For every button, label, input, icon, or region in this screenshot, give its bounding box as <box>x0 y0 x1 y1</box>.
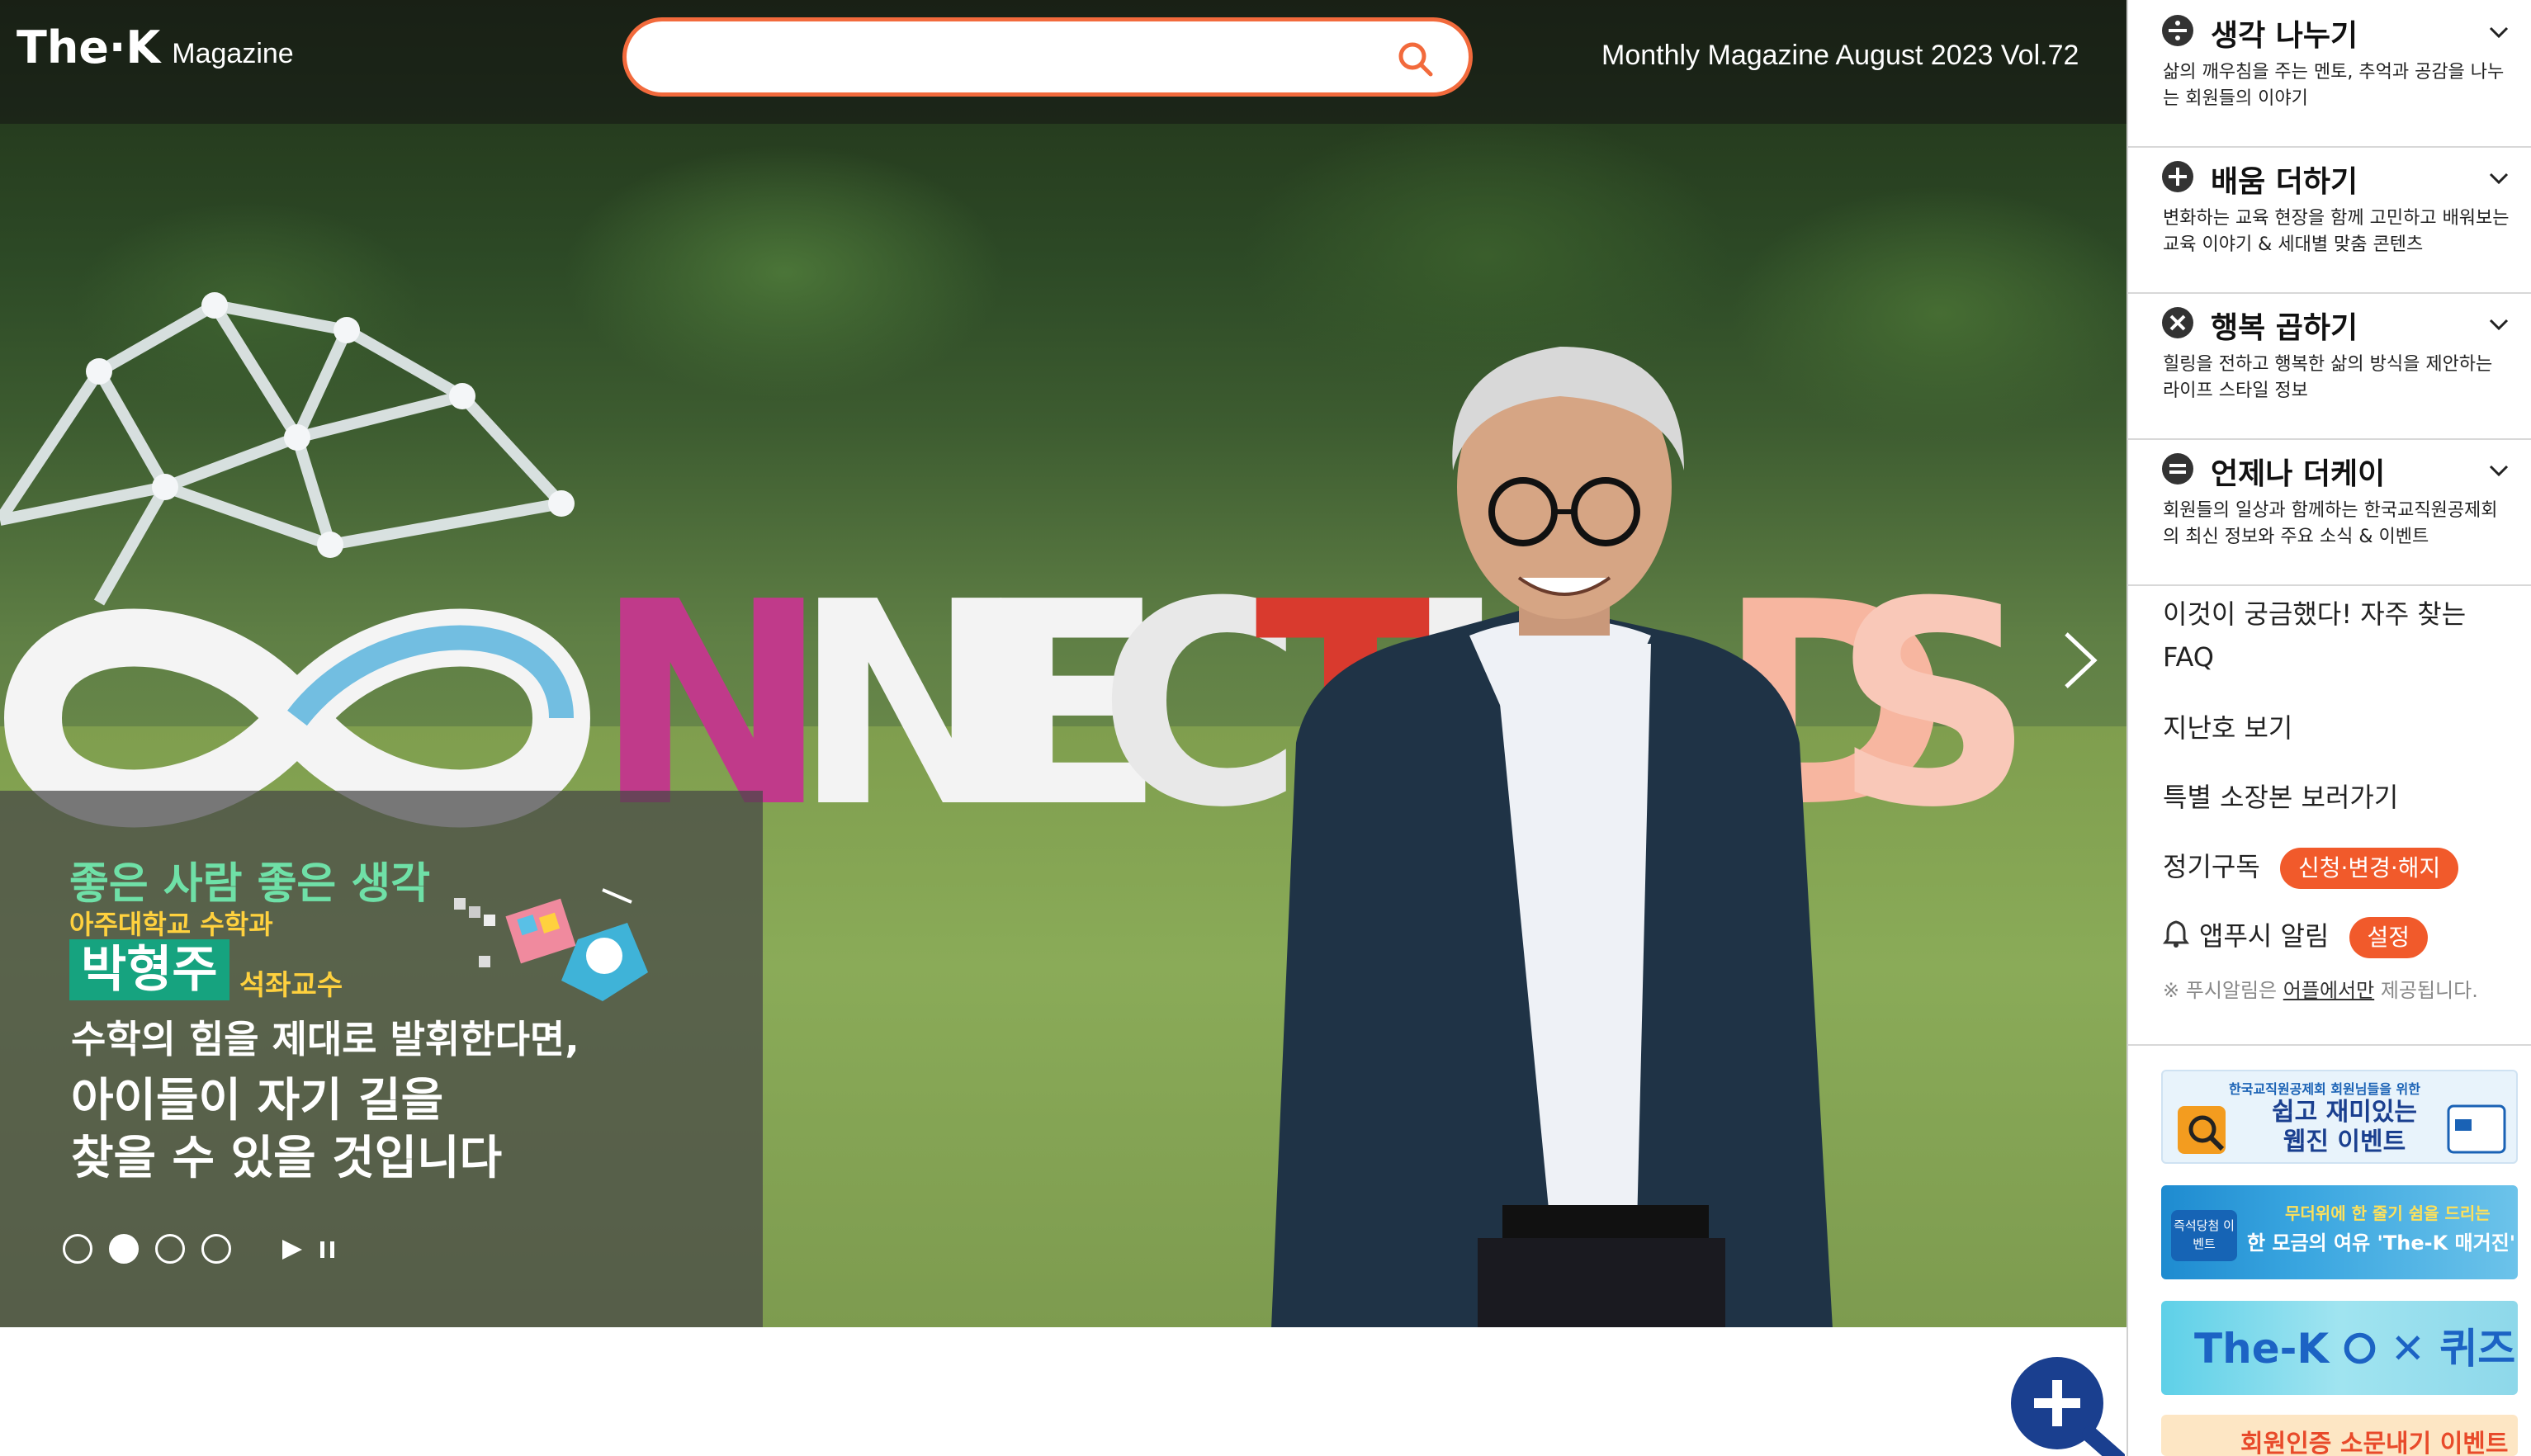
category-description: 삶의 깨우침을 주는 멘토, 추억과 공감을 나누는 회원들의 이야기 <box>2163 62 2505 109</box>
logo-subtitle: Magazine <box>172 38 294 69</box>
logo-text: The·K <box>17 21 161 73</box>
banner-instant-win-event[interactable]: 즉석당첨 이벤트 무더위에 한 줄기 쉼을 드리는 한 모금의 여유 'The-… <box>2161 1185 2518 1279</box>
special-edition-link[interactable]: 특별 소장본 보러가기 <box>2163 776 2398 819</box>
caption-person-name: 박형주 <box>69 939 229 1000</box>
slide-dot-4[interactable] <box>201 1234 231 1264</box>
sidebar-category-add-learning[interactable]: 배움 더하기 변화하는 교육 현장을 함께 고민하고 배워보는 교육 이야기 &… <box>2128 146 2531 294</box>
caption-person-role: 석좌교수 <box>239 969 343 1002</box>
subscription-row: 정기구독 신청·변경·해지 <box>2163 845 2459 889</box>
banner-main-text: The-K ⭘ ✕ 퀴즈 <box>2194 1325 2516 1373</box>
category-description: 회원들의 일상과 함께하는 한국교직원공제회의 최신 정보와 주요 소식 & 이… <box>2163 500 2498 547</box>
play-icon[interactable] <box>279 1238 304 1261</box>
push-settings-button[interactable]: 설정 <box>2349 917 2429 958</box>
issue-label: Monthly Magazine August 2023 Vol.72 <box>1601 40 2079 71</box>
gift-card-icon <box>2447 1104 2506 1154</box>
category-title: 생각 나누기 <box>2211 19 2358 53</box>
banner-top-text: 무더위에 한 줄기 쉼을 드리는 <box>2285 1203 2491 1223</box>
subscription-button[interactable]: 신청·변경·해지 <box>2279 848 2459 889</box>
sidebar-category-always-thek[interactable]: 언제나 더케이 회원들의 일상과 함께하는 한국교직원공제회의 최신 정보와 주… <box>2128 438 2531 586</box>
back-issues-link[interactable]: 지난호 보기 <box>2163 707 2292 749</box>
zoom-plus-icon[interactable] <box>2011 1357 2125 1456</box>
banner-main-text: 쉽고 재미있는 웹진 이벤트 <box>2271 1098 2418 1156</box>
hero-carousel: N N E C T I D S 좋은 사람 좋은 생각 아주대학교 수학과 박형… <box>0 0 2127 1327</box>
slide-dot-2[interactable] <box>109 1234 139 1264</box>
caption-affiliation: 아주대학교 수학과 <box>69 909 273 940</box>
search-bar[interactable] <box>622 17 1473 97</box>
category-description: 변화하는 교육 현장을 함께 고민하고 배워보는 교육 이야기 & 세대별 맞춤… <box>2163 208 2510 255</box>
banner-webzine-event[interactable]: 한국교직원공제회 회원님들을 위한 쉽고 재미있는 웹진 이벤트 <box>2161 1070 2518 1164</box>
site-logo[interactable]: The·K Magazine <box>17 21 294 74</box>
featured-person-photo <box>1271 347 1833 1327</box>
caption-quote-line1: 수학의 힘을 제대로 발휘한다면, <box>71 1017 580 1061</box>
slide-dot-3[interactable] <box>155 1234 185 1264</box>
push-note-prefix: ※ 푸시알림은 <box>2163 979 2283 1002</box>
subscription-label: 정기구독 <box>2163 851 2260 882</box>
chevron-down-icon[interactable] <box>2488 171 2510 186</box>
divider <box>2128 1044 2531 1046</box>
category-title: 언제나 더케이 <box>2211 457 2386 491</box>
slide-indicator <box>63 1234 231 1264</box>
category-description: 힐링을 전하고 행복한 삶의 방식을 제안하는 라이프 스타일 정보 <box>2163 354 2493 401</box>
next-slide-arrow-icon[interactable] <box>2060 629 2101 692</box>
banner-main-text: 회원인증 소문내기 이벤트 <box>2240 1430 2509 1456</box>
math-cube-illustration <box>454 888 648 1001</box>
magnifier-illustration-icon <box>2178 1106 2226 1154</box>
plus-circle-icon <box>2162 161 2193 192</box>
caption-quote-line2: 아이들이 자기 길을 <box>71 1074 444 1127</box>
lattice-sculpture <box>0 292 575 606</box>
caption-section-title: 좋은 사람 좋은 생각 <box>69 859 431 909</box>
chevron-down-icon[interactable] <box>2488 25 2510 40</box>
category-title: 행복 곱하기 <box>2211 311 2358 345</box>
banner-ox-quiz[interactable]: The-K ⭘ ✕ 퀴즈 <box>2161 1301 2518 1395</box>
header-bar: The·K Magazine Monthly Magazine August 2… <box>0 0 2127 124</box>
banner-main-text: 한 모금의 여유 'The-K 매거진' <box>2247 1231 2516 1255</box>
times-circle-icon <box>2162 307 2193 338</box>
slide-dot-1[interactable] <box>63 1234 92 1264</box>
push-note: ※ 푸시알림은 어플에서만 제공됩니다. <box>2163 978 2510 1003</box>
app-push-label: 앱푸시 알림 <box>2199 920 2330 952</box>
chevron-down-icon[interactable] <box>2488 463 2510 478</box>
chevron-down-icon[interactable] <box>2488 317 2510 332</box>
equals-circle-icon <box>2162 453 2193 485</box>
banner-member-event[interactable]: 회원인증 소문내기 이벤트 <box>2161 1415 2518 1456</box>
banner-badge: 즉석당첨 이벤트 <box>2171 1210 2237 1261</box>
sidebar-category-share-thoughts[interactable]: 생각 나누기 삶의 깨우침을 주는 멘토, 추억과 공감을 나누는 회원들의 이… <box>2128 0 2531 148</box>
search-icon[interactable] <box>1396 40 1436 79</box>
search-input[interactable] <box>651 31 1398 84</box>
sidebar: 생각 나누기 삶의 깨우침을 주는 멘토, 추억과 공감을 나누는 회원들의 이… <box>2127 0 2531 1456</box>
banner-top-text: 한국교직원공제회 회원님들을 위한 <box>2229 1081 2420 1097</box>
push-note-emphasis: 어플에서만 <box>2283 979 2375 1002</box>
faq-link[interactable]: 이것이 궁금했다! 자주 찾는 FAQ <box>2163 593 2493 678</box>
bell-icon <box>2163 920 2189 948</box>
push-note-suffix: 제공됩니다. <box>2374 979 2478 1002</box>
app-push-row: 앱푸시 알림 설정 <box>2163 915 2429 958</box>
category-title: 배움 더하기 <box>2211 165 2358 199</box>
divide-circle-icon <box>2162 15 2193 46</box>
sidebar-category-multiply-happiness[interactable]: 행복 곱하기 힐링을 전하고 행복한 삶의 방식을 제안하는 라이프 스타일 정… <box>2128 292 2531 440</box>
caption-quote-line3: 찾을 수 있을 것입니다 <box>71 1132 503 1185</box>
pause-icon[interactable] <box>319 1238 337 1261</box>
